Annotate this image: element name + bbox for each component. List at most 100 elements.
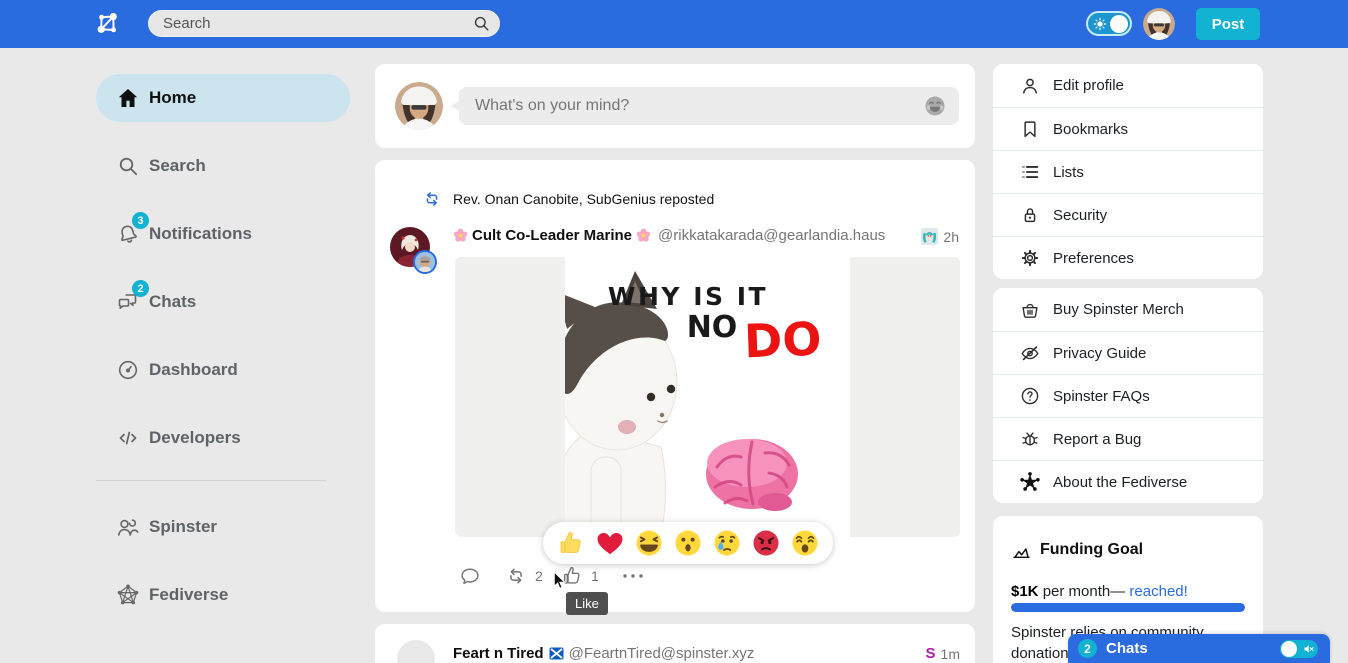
bookmark-icon (1019, 118, 1041, 140)
search-icon[interactable] (472, 14, 491, 33)
notifications-badge: 3 (132, 212, 149, 229)
sidebar-item-search[interactable]: Search (96, 142, 350, 190)
spinster-badge-icon: S (926, 645, 936, 662)
theme-toggle[interactable] (1086, 11, 1132, 36)
spinster-logo[interactable] (94, 10, 122, 38)
funding-progress-fill (1011, 603, 1245, 612)
fediverse-star-filled-icon (1019, 471, 1041, 493)
more-button[interactable] (621, 569, 645, 583)
funding-amount: $1K (1011, 583, 1039, 600)
repost-button[interactable]: 2 (505, 565, 543, 587)
reached-link[interactable]: reached! (1129, 583, 1187, 600)
menu-label: Security (1053, 207, 1107, 224)
reaction-crying-icon[interactable] (712, 528, 742, 558)
next-post-author-name[interactable]: Feart n Tired (453, 645, 544, 662)
menu-label: Edit profile (1053, 77, 1124, 94)
funding-goal-amount-line: $1K per month— reached! (1011, 583, 1188, 600)
post-author-handle[interactable]: @rikkatakarada@gearlandia.haus (658, 227, 885, 244)
like-tooltip: Like (566, 592, 608, 615)
sidebar-item-chats[interactable]: 2 Chats (96, 278, 350, 326)
post-author-name[interactable]: Cult Co-Leader Marine (472, 227, 632, 244)
post-image[interactable]: WHY IS IT NO DO (455, 257, 960, 537)
sidebar-label: Home (149, 88, 196, 108)
funding-progress-bar (1011, 603, 1245, 612)
post-image-meme: WHY IS IT NO DO (565, 257, 850, 537)
menu-item-preferences[interactable]: Preferences (993, 236, 1263, 279)
sidebar-item-home[interactable]: Home (96, 74, 350, 122)
header-user-avatar[interactable] (1143, 8, 1175, 40)
menu-item-privacy-guide[interactable]: Privacy Guide (993, 331, 1263, 374)
sidebar-label: Fediverse (149, 585, 228, 605)
menu-item-report-bug[interactable]: Report a Bug (993, 417, 1263, 460)
sidebar-item-fediverse[interactable]: Fediverse (96, 571, 350, 619)
menu-label: Preferences (1053, 250, 1134, 267)
chats-badge: 2 (132, 280, 149, 297)
chats-sound-toggle-knob (1281, 641, 1297, 657)
menu-item-bookmarks[interactable]: Bookmarks (993, 107, 1263, 150)
menu-label: Lists (1053, 164, 1084, 181)
menu-item-security[interactable]: Security (993, 193, 1263, 236)
menu-label: About the Fediverse (1053, 474, 1187, 491)
sidebar-item-notifications[interactable]: 3 Notifications (96, 210, 350, 258)
compose-placeholder: What's on your mind? (459, 87, 959, 125)
like-count: 1 (591, 568, 599, 584)
funding-goal-title: Funding Goal (1040, 541, 1143, 559)
reaction-weary-icon[interactable] (790, 528, 820, 558)
menu-item-lists[interactable]: Lists (993, 150, 1263, 193)
reply-button[interactable] (459, 565, 481, 587)
repost-count: 2 (535, 568, 543, 584)
trend-chart-icon (1011, 542, 1032, 563)
compose-input[interactable]: What's on your mind? (459, 87, 959, 125)
reaction-surprised-icon[interactable] (673, 528, 703, 558)
next-post-timestamp[interactable]: 1m (941, 646, 960, 662)
next-post-author-line: Feart n Tired @FeartnTired@spinster.xyz (453, 645, 754, 662)
reposted-by-text: Rev. Onan Canobite, SubGenius reposted (453, 191, 714, 207)
gear-icon (1019, 247, 1041, 269)
fediverse-star-icon (116, 583, 140, 607)
next-post-card: Feart n Tired @FeartnTired@spinster.xyz … (375, 624, 975, 663)
muted-speaker-icon (1303, 643, 1315, 655)
chats-bar-label: Chats (1106, 634, 1148, 663)
menu-item-faqs[interactable]: Spinster FAQs (993, 374, 1263, 417)
person-icon (1019, 75, 1041, 97)
next-post-author-handle[interactable]: @FeartnTired@spinster.xyz (569, 645, 755, 662)
sidebar-label: Search (149, 156, 206, 176)
post-card: Rev. Onan Canobite, SubGenius reposted (375, 160, 975, 612)
reblogger-mini-avatar[interactable] (413, 250, 437, 274)
search-input[interactable] (148, 10, 500, 37)
post-timestamp[interactable]: 2h (943, 229, 959, 245)
reaction-heart-icon[interactable] (595, 528, 625, 558)
blossom-emoji (453, 228, 468, 243)
list-icon (1019, 161, 1041, 183)
menu-item-edit-profile[interactable]: Edit profile (993, 64, 1263, 107)
menu-label: Privacy Guide (1053, 345, 1146, 362)
emoji-picker-icon[interactable] (923, 94, 947, 118)
chats-bar[interactable]: 2 Chats (1068, 634, 1330, 663)
eye-slash-icon (1019, 342, 1041, 364)
sidebar-item-spinster[interactable]: Spinster (96, 503, 350, 551)
basket-icon (1019, 299, 1041, 321)
svg-text:WHY IS IT: WHY IS IT (608, 282, 768, 311)
search-bar (148, 10, 500, 37)
people-icon (116, 515, 140, 539)
chats-sound-toggle[interactable] (1280, 640, 1318, 658)
sidebar-item-dashboard[interactable]: Dashboard (96, 346, 350, 394)
menu-item-buy-merch[interactable]: Buy Spinster Merch (993, 288, 1263, 331)
reaction-angry-icon[interactable] (751, 528, 781, 558)
reaction-thumbs-up-icon[interactable] (556, 528, 586, 558)
mouse-cursor (553, 571, 566, 591)
compose-avatar[interactable] (395, 82, 443, 130)
menu-item-about-fediverse[interactable]: About the Fediverse (993, 460, 1263, 503)
theme-toggle-knob (1110, 15, 1128, 33)
like-button[interactable]: 1 (561, 565, 599, 587)
next-post-avatar[interactable] (397, 640, 435, 663)
sidebar-item-developers[interactable]: Developers (96, 414, 350, 462)
question-circle-icon (1019, 385, 1041, 407)
sidebar-label: Spinster (149, 517, 217, 537)
spinster-app: Post Home Search 3 Notifications 2 (0, 0, 1348, 663)
reaction-laughing-icon[interactable] (634, 528, 664, 558)
menu-label: Bookmarks (1053, 121, 1128, 138)
post-button[interactable]: Post (1196, 8, 1260, 40)
compose-card: What's on your mind? (375, 64, 975, 148)
lock-icon (1019, 204, 1041, 226)
